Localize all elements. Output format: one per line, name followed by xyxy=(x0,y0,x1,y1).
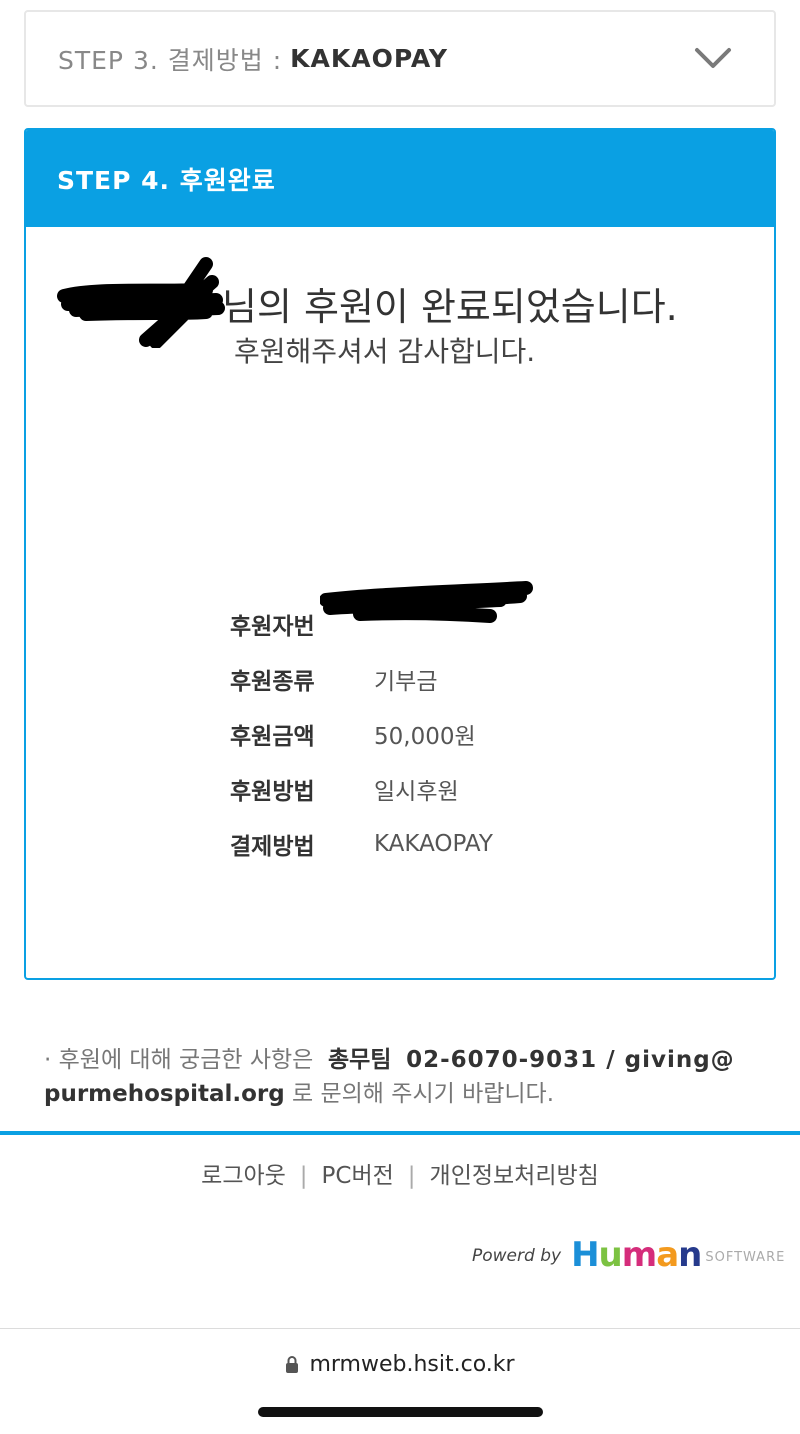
powered-by-text: Powerd by xyxy=(472,1246,562,1266)
info-key: 후원금액 xyxy=(230,723,315,750)
logout-link[interactable]: 로그아웃 xyxy=(201,1163,286,1189)
step3-header[interactable]: STEP 3. 결제방법 : KAKAOPAY xyxy=(24,10,776,107)
info-key: 후원방법 xyxy=(230,778,315,805)
info-value: 기부금 xyxy=(374,668,438,695)
human-software-logo: Human xyxy=(571,1235,702,1275)
privacy-policy-link[interactable]: 개인정보처리방침 xyxy=(430,1163,599,1189)
home-indicator[interactable] xyxy=(258,1407,543,1417)
software-text: SOFTWARE xyxy=(705,1250,786,1265)
url-text: mrmweb.hsit.co.kr xyxy=(309,1352,515,1377)
powered-by: Powerd by Human SOFTWARE xyxy=(472,1232,785,1272)
chevron-down-icon[interactable] xyxy=(694,46,732,72)
contact-notice: · 후원에 대해 궁금한 사항은 총무팀 02-6070-9031 / givi… xyxy=(44,1043,774,1111)
footer-divider xyxy=(0,1131,800,1135)
info-value: 일시후원 xyxy=(374,778,459,805)
browser-url-bar[interactable]: mrmweb.hsit.co.kr xyxy=(0,1352,800,1377)
donation-info-list: 후원자번 후원종류 기부금 후원금액 50,000원 후원방법 일시후원 결제방… xyxy=(230,596,493,871)
step3-label: STEP 3. 결제방법 : xyxy=(58,45,283,75)
notice-prefix: · 후원에 대해 궁금한 사항은 xyxy=(44,1047,314,1073)
notice-suffix: 로 문의해 주시기 바랍니다. xyxy=(292,1081,555,1107)
step4-header: STEP 4. 후원완료 xyxy=(26,130,774,227)
notice-email: purmehospital.org xyxy=(44,1081,285,1107)
info-row-donation-type: 후원종류 기부금 xyxy=(230,651,493,706)
divider: | xyxy=(407,1163,416,1189)
info-row-donation-amount: 후원금액 50,000원 xyxy=(230,706,493,761)
footer-links: 로그아웃 | PC버전 | 개인정보처리방침 xyxy=(0,1156,800,1190)
redaction-scribble xyxy=(320,581,533,623)
lock-icon xyxy=(286,1356,299,1373)
info-value: KAKAOPAY xyxy=(374,830,493,857)
info-key: 후원종류 xyxy=(230,668,315,695)
thanks-message: 후원해주셔서 감사합니다. xyxy=(234,335,536,368)
pc-version-link[interactable]: PC버전 xyxy=(322,1163,394,1189)
notice-team: 총무팀 xyxy=(327,1047,392,1073)
redaction-scribble xyxy=(57,257,225,348)
info-key: 결제방법 xyxy=(230,833,315,860)
step4-title: STEP 4. 후원완료 xyxy=(57,165,276,195)
browser-bar-divider xyxy=(0,1328,800,1329)
completion-message: 님의 후원이 완료되었습니다. xyxy=(222,285,678,329)
step4-panel: STEP 4. 후원완료 님의 후원이 완료되었습니다. 후원해주셔서 감사합니… xyxy=(24,128,776,980)
info-row-donation-method: 후원방법 일시후원 xyxy=(230,761,493,816)
info-row-payment-method: 결제방법 KAKAOPAY xyxy=(230,816,493,871)
step3-value: KAKAOPAY xyxy=(290,44,448,73)
notice-contact: 02-6070-9031 / giving@ xyxy=(406,1047,735,1073)
info-value: 50,000원 xyxy=(374,723,476,750)
divider: | xyxy=(299,1163,308,1189)
